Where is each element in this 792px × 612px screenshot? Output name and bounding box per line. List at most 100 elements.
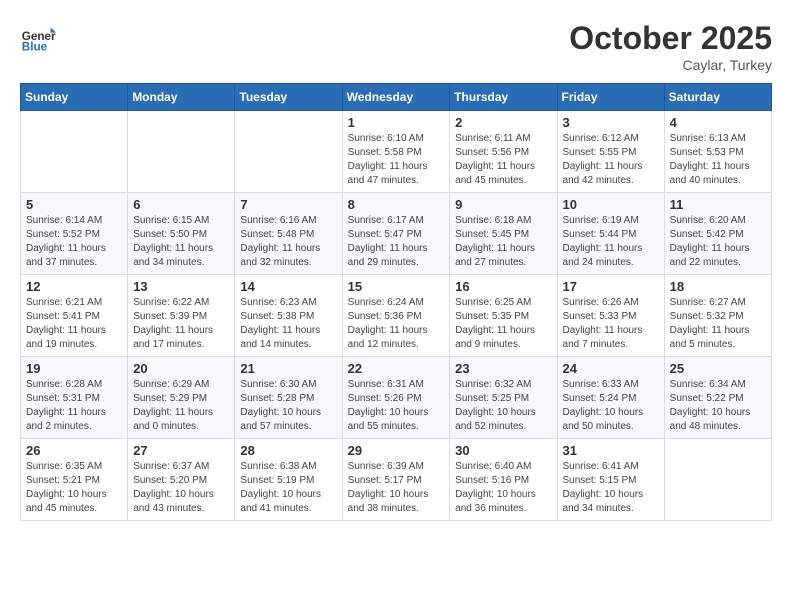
month-title: October 2025 <box>569 20 772 57</box>
day-number: 3 <box>563 115 659 130</box>
day-number: 28 <box>240 443 336 458</box>
day-number: 26 <box>26 443 122 458</box>
day-number: 17 <box>563 279 659 294</box>
day-number: 20 <box>133 361 229 376</box>
calendar-cell: 12 Sunrise: 6:21 AM Sunset: 5:41 PM Dayli… <box>21 275 128 357</box>
calendar-cell: 20 Sunrise: 6:29 AM Sunset: 5:29 PM Dayli… <box>128 357 235 439</box>
day-info: Sunrise: 6:22 AM Sunset: 5:39 PM Dayligh… <box>133 296 229 352</box>
day-info: Sunrise: 6:26 AM Sunset: 5:33 PM Dayligh… <box>563 296 659 352</box>
day-info: Sunrise: 6:18 AM Sunset: 5:45 PM Dayligh… <box>455 214 551 270</box>
calendar-cell: 29 Sunrise: 6:39 AM Sunset: 5:17 PM Dayli… <box>342 439 450 521</box>
day-info: Sunrise: 6:33 AM Sunset: 5:24 PM Dayligh… <box>563 378 659 434</box>
day-info: Sunrise: 6:13 AM Sunset: 5:53 PM Dayligh… <box>670 132 766 188</box>
day-info: Sunrise: 6:37 AM Sunset: 5:20 PM Dayligh… <box>133 460 229 516</box>
day-info: Sunrise: 6:19 AM Sunset: 5:44 PM Dayligh… <box>563 214 659 270</box>
day-of-week-header: Tuesday <box>235 84 342 111</box>
day-number: 7 <box>240 197 336 212</box>
calendar-week-row: 1 Sunrise: 6:10 AM Sunset: 5:58 PM Daylig… <box>21 111 772 193</box>
day-info: Sunrise: 6:31 AM Sunset: 5:26 PM Dayligh… <box>348 378 445 434</box>
day-number: 27 <box>133 443 229 458</box>
day-number: 4 <box>670 115 766 130</box>
day-number: 10 <box>563 197 659 212</box>
day-number: 12 <box>26 279 122 294</box>
day-info: Sunrise: 6:29 AM Sunset: 5:29 PM Dayligh… <box>133 378 229 434</box>
day-number: 1 <box>348 115 445 130</box>
day-number: 21 <box>240 361 336 376</box>
day-of-week-header: Friday <box>557 84 664 111</box>
logo: General Blue <box>20 20 56 56</box>
day-info: Sunrise: 6:10 AM Sunset: 5:58 PM Dayligh… <box>348 132 445 188</box>
day-of-week-header: Saturday <box>664 84 771 111</box>
calendar-cell: 11 Sunrise: 6:20 AM Sunset: 5:42 PM Dayli… <box>664 193 771 275</box>
day-info: Sunrise: 6:27 AM Sunset: 5:32 PM Dayligh… <box>670 296 766 352</box>
day-info: Sunrise: 6:14 AM Sunset: 5:52 PM Dayligh… <box>26 214 122 270</box>
day-info: Sunrise: 6:15 AM Sunset: 5:50 PM Dayligh… <box>133 214 229 270</box>
day-number: 16 <box>455 279 551 294</box>
day-number: 31 <box>563 443 659 458</box>
day-number: 30 <box>455 443 551 458</box>
calendar-cell <box>21 111 128 193</box>
day-info: Sunrise: 6:11 AM Sunset: 5:56 PM Dayligh… <box>455 132 551 188</box>
day-number: 18 <box>670 279 766 294</box>
day-number: 15 <box>348 279 445 294</box>
calendar-cell: 19 Sunrise: 6:28 AM Sunset: 5:31 PM Dayli… <box>21 357 128 439</box>
day-info: Sunrise: 6:32 AM Sunset: 5:25 PM Dayligh… <box>455 378 551 434</box>
day-number: 23 <box>455 361 551 376</box>
calendar-cell: 5Sunrise: 6:14 AM Sunset: 5:52 PM Daylig… <box>21 193 128 275</box>
calendar-cell <box>664 439 771 521</box>
calendar-cell: 31Sunrise: 6:41 AM Sunset: 5:15 PM Dayli… <box>557 439 664 521</box>
day-info: Sunrise: 6:25 AM Sunset: 5:35 PM Dayligh… <box>455 296 551 352</box>
day-info: Sunrise: 6:39 AM Sunset: 5:17 PM Dayligh… <box>348 460 445 516</box>
day-info: Sunrise: 6:35 AM Sunset: 5:21 PM Dayligh… <box>26 460 122 516</box>
calendar-cell: 18 Sunrise: 6:27 AM Sunset: 5:32 PM Dayli… <box>664 275 771 357</box>
location-subtitle: Caylar, Turkey <box>569 57 772 73</box>
calendar-cell: 8 Sunrise: 6:17 AM Sunset: 5:47 PM Daylig… <box>342 193 450 275</box>
day-number: 13 <box>133 279 229 294</box>
title-block: October 2025 Caylar, Turkey <box>569 20 772 73</box>
calendar-cell: 10 Sunrise: 6:19 AM Sunset: 5:44 PM Dayli… <box>557 193 664 275</box>
day-of-week-header: Sunday <box>21 84 128 111</box>
calendar-cell: 27 Sunrise: 6:37 AM Sunset: 5:20 PM Dayli… <box>128 439 235 521</box>
day-of-week-header: Wednesday <box>342 84 450 111</box>
calendar-cell <box>235 111 342 193</box>
day-number: 8 <box>348 197 445 212</box>
calendar-cell: 30 Sunrise: 6:40 AM Sunset: 5:16 PM Dayli… <box>450 439 557 521</box>
day-info: Sunrise: 6:16 AM Sunset: 5:48 PM Dayligh… <box>240 214 336 270</box>
day-info: Sunrise: 6:17 AM Sunset: 5:47 PM Dayligh… <box>348 214 445 270</box>
day-number: 6 <box>133 197 229 212</box>
day-number: 29 <box>348 443 445 458</box>
calendar-cell: 28 Sunrise: 6:38 AM Sunset: 5:19 PM Dayli… <box>235 439 342 521</box>
calendar-week-row: 19 Sunrise: 6:28 AM Sunset: 5:31 PM Dayli… <box>21 357 772 439</box>
day-of-week-header: Monday <box>128 84 235 111</box>
day-info: Sunrise: 6:34 AM Sunset: 5:22 PM Dayligh… <box>670 378 766 434</box>
day-info: Sunrise: 6:38 AM Sunset: 5:19 PM Dayligh… <box>240 460 336 516</box>
calendar-cell: 7 Sunrise: 6:16 AM Sunset: 5:48 PM Daylig… <box>235 193 342 275</box>
calendar-cell: 14Sunrise: 6:23 AM Sunset: 5:38 PM Dayli… <box>235 275 342 357</box>
day-info: Sunrise: 6:40 AM Sunset: 5:16 PM Dayligh… <box>455 460 551 516</box>
day-info: Sunrise: 6:20 AM Sunset: 5:42 PM Dayligh… <box>670 214 766 270</box>
calendar-cell: 6 Sunrise: 6:15 AM Sunset: 5:50 PM Daylig… <box>128 193 235 275</box>
calendar-cell: 24 Sunrise: 6:33 AM Sunset: 5:24 PM Dayli… <box>557 357 664 439</box>
day-info: Sunrise: 6:21 AM Sunset: 5:41 PM Dayligh… <box>26 296 122 352</box>
day-info: Sunrise: 6:12 AM Sunset: 5:55 PM Dayligh… <box>563 132 659 188</box>
day-info: Sunrise: 6:28 AM Sunset: 5:31 PM Dayligh… <box>26 378 122 434</box>
calendar-week-row: 12 Sunrise: 6:21 AM Sunset: 5:41 PM Dayli… <box>21 275 772 357</box>
calendar-week-row: 26 Sunrise: 6:35 AM Sunset: 5:21 PM Dayli… <box>21 439 772 521</box>
day-number: 22 <box>348 361 445 376</box>
day-info: Sunrise: 6:30 AM Sunset: 5:28 PM Dayligh… <box>240 378 336 434</box>
calendar-cell: 16 Sunrise: 6:25 AM Sunset: 5:35 PM Dayli… <box>450 275 557 357</box>
day-of-week-header: Thursday <box>450 84 557 111</box>
page-header: General Blue October 2025 Caylar, Turkey <box>20 20 772 73</box>
calendar-cell: 25Sunrise: 6:34 AM Sunset: 5:22 PM Dayli… <box>664 357 771 439</box>
day-number: 11 <box>670 197 766 212</box>
calendar-header-row: SundayMondayTuesdayWednesdayThursdayFrid… <box>21 84 772 111</box>
day-number: 2 <box>455 115 551 130</box>
calendar-cell: 9 Sunrise: 6:18 AM Sunset: 5:45 PM Daylig… <box>450 193 557 275</box>
calendar-cell: 15Sunrise: 6:24 AM Sunset: 5:36 PM Dayli… <box>342 275 450 357</box>
day-number: 24 <box>563 361 659 376</box>
day-number: 19 <box>26 361 122 376</box>
calendar-cell: 1 Sunrise: 6:10 AM Sunset: 5:58 PM Daylig… <box>342 111 450 193</box>
calendar-cell: 22 Sunrise: 6:31 AM Sunset: 5:26 PM Dayli… <box>342 357 450 439</box>
calendar-cell: 26 Sunrise: 6:35 AM Sunset: 5:21 PM Dayli… <box>21 439 128 521</box>
day-number: 9 <box>455 197 551 212</box>
